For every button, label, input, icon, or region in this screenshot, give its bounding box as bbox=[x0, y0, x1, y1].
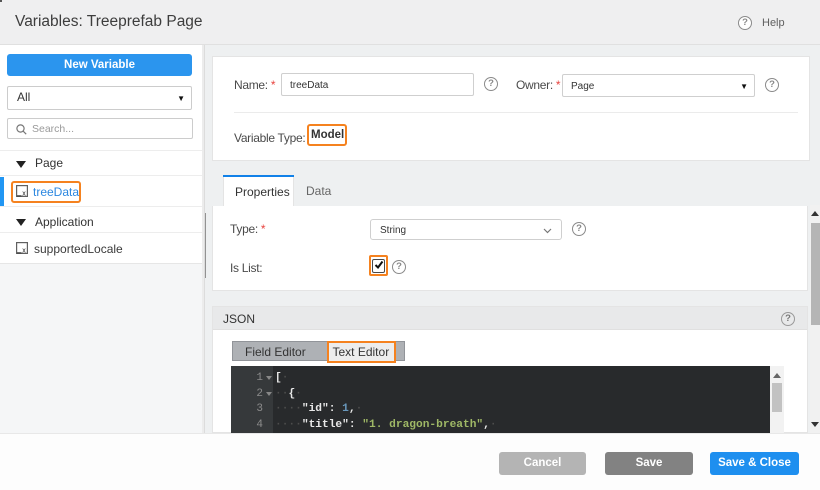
svg-text:x: x bbox=[22, 190, 26, 197]
svg-text:x: x bbox=[22, 247, 26, 254]
